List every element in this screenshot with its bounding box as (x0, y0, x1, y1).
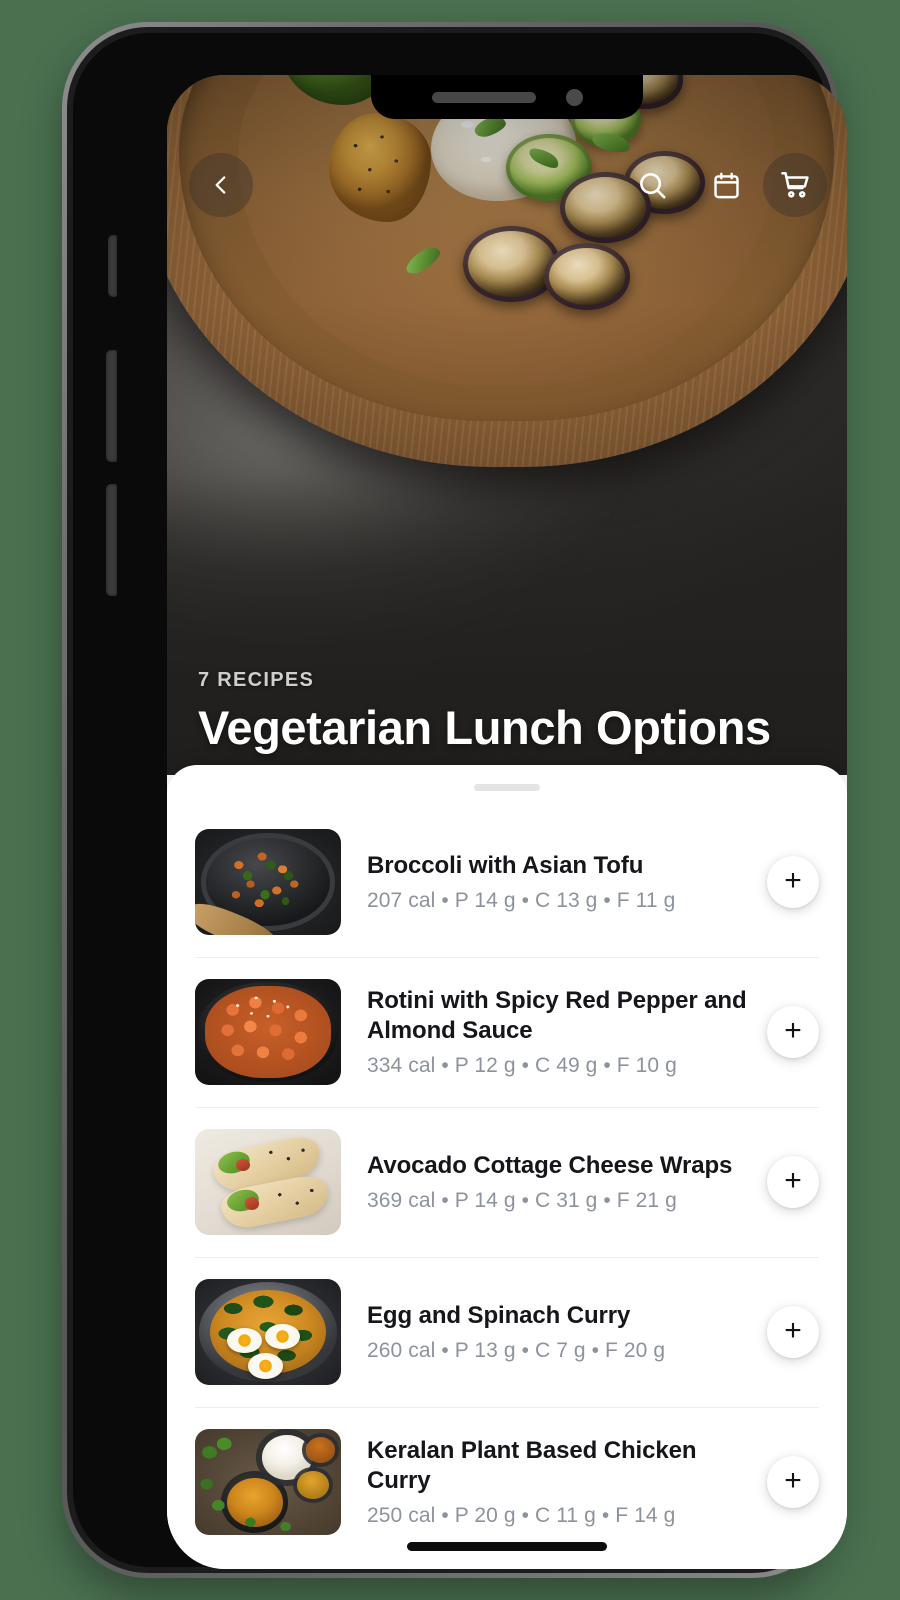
plus-icon: + (784, 863, 802, 897)
boiled-egg-half (227, 1327, 263, 1354)
boiled-egg-half (265, 1323, 301, 1349)
device-notch (371, 75, 643, 119)
boiled-egg-half (247, 1353, 283, 1379)
recipe-text-block: Egg and Spinach Curry 260 cal • P 13 g •… (341, 1301, 767, 1363)
recipe-macros: 207 cal • P 14 g • C 13 g • F 11 g (367, 889, 676, 913)
list-item[interactable]: Avocado Cottage Cheese Wraps 369 cal • P… (167, 1107, 847, 1257)
shopping-cart-icon (779, 169, 811, 201)
plus-icon: + (784, 1463, 802, 1497)
list-item[interactable]: Keralan Plant Based Chicken Curry 250 ca… (167, 1407, 847, 1557)
recipe-title: Rotini with Spicy Red Pepper and Almond … (367, 986, 747, 1044)
add-recipe-button[interactable]: + (767, 1006, 819, 1058)
silent-switch[interactable] (108, 235, 117, 297)
phone-frame: 7 RECIPES Vegetarian Lunch Options Brocc… (62, 22, 847, 1578)
recipe-macros: 334 cal • P 12 g • C 49 g • F 10 g (367, 1054, 677, 1078)
calendar-icon (711, 170, 742, 201)
recipe-text-block: Broccoli with Asian Tofu 207 cal • P 14 … (341, 851, 767, 913)
recipe-thumbnail (195, 1129, 341, 1235)
recipe-text-block: Keralan Plant Based Chicken Curry 250 ca… (341, 1436, 767, 1528)
sesame-seeds (195, 1129, 341, 1235)
volume-up-button[interactable] (106, 350, 117, 462)
home-indicator[interactable] (407, 1542, 607, 1551)
recipe-text-block: Avocado Cottage Cheese Wraps 369 cal • P… (341, 1151, 767, 1213)
top-navigation-bar (167, 153, 847, 217)
list-item[interactable]: Broccoli with Asian Tofu 207 cal • P 14 … (167, 807, 847, 957)
list-item[interactable]: Egg and Spinach Curry 260 cal • P 13 g •… (167, 1257, 847, 1407)
speaker-grille-icon (431, 91, 536, 103)
calendar-button[interactable] (699, 153, 753, 217)
hero-header: 7 RECIPES Vegetarian Lunch Options (167, 75, 847, 775)
recipe-title: Avocado Cottage Cheese Wraps (367, 1151, 733, 1179)
recipe-macros: 250 cal • P 20 g • C 11 g • F 14 g (367, 1504, 676, 1528)
hero-caption: 7 RECIPES Vegetarian Lunch Options (198, 669, 818, 753)
recipe-thumbnail (195, 1429, 341, 1535)
recipe-text-block: Rotini with Spicy Red Pepper and Almond … (341, 986, 767, 1078)
add-recipe-button[interactable]: + (767, 1306, 819, 1358)
avocado-wraps-image (195, 1129, 341, 1235)
recipe-macros: 369 cal • P 14 g • C 31 g • F 21 g (367, 1189, 677, 1213)
cilantro-garnish (195, 1429, 341, 1535)
chevron-left-icon (208, 172, 234, 198)
add-recipe-button[interactable]: + (767, 856, 819, 908)
recipe-thumbnail (195, 979, 341, 1085)
recipe-thumbnail (195, 1279, 341, 1385)
keralan-curry-spread-image (195, 1429, 341, 1535)
rotini-pasta-skillet-image (195, 979, 341, 1085)
recipe-sheet: Broccoli with Asian Tofu 207 cal • P 14 … (167, 765, 847, 1569)
recipe-title: Broccoli with Asian Tofu (367, 851, 644, 879)
volume-down-button[interactable] (106, 484, 117, 596)
plus-icon: + (784, 1163, 802, 1197)
back-button[interactable] (189, 153, 253, 217)
add-recipe-button[interactable]: + (767, 1456, 819, 1508)
recipe-thumbnail (195, 829, 341, 935)
page-title: Vegetarian Lunch Options (198, 701, 771, 755)
phone-screen: 7 RECIPES Vegetarian Lunch Options Brocc… (167, 75, 847, 1569)
recipe-count-label: 7 RECIPES (198, 669, 315, 692)
drag-handle[interactable] (474, 784, 540, 791)
plus-icon: + (784, 1013, 802, 1047)
recipe-title: Egg and Spinach Curry (367, 1301, 631, 1329)
tofu-broccoli-skillet-image (195, 829, 341, 935)
screenshot-canvas: 7 RECIPES Vegetarian Lunch Options Brocc… (0, 0, 900, 1600)
recipe-macros: 260 cal • P 13 g • C 7 g • F 20 g (367, 1339, 666, 1363)
recipe-title: Keralan Plant Based Chicken Curry (367, 1436, 697, 1494)
search-button[interactable] (625, 153, 679, 217)
front-camera-icon (565, 88, 583, 106)
list-item[interactable]: Rotini with Spicy Red Pepper and Almond … (167, 957, 847, 1107)
egg-spinach-curry-image (195, 1279, 341, 1385)
add-recipe-button[interactable]: + (767, 1156, 819, 1208)
search-icon (636, 169, 669, 202)
plus-icon: + (784, 1313, 802, 1347)
cart-button[interactable] (763, 153, 827, 217)
recipe-list: Broccoli with Asian Tofu 207 cal • P 14 … (167, 807, 847, 1557)
